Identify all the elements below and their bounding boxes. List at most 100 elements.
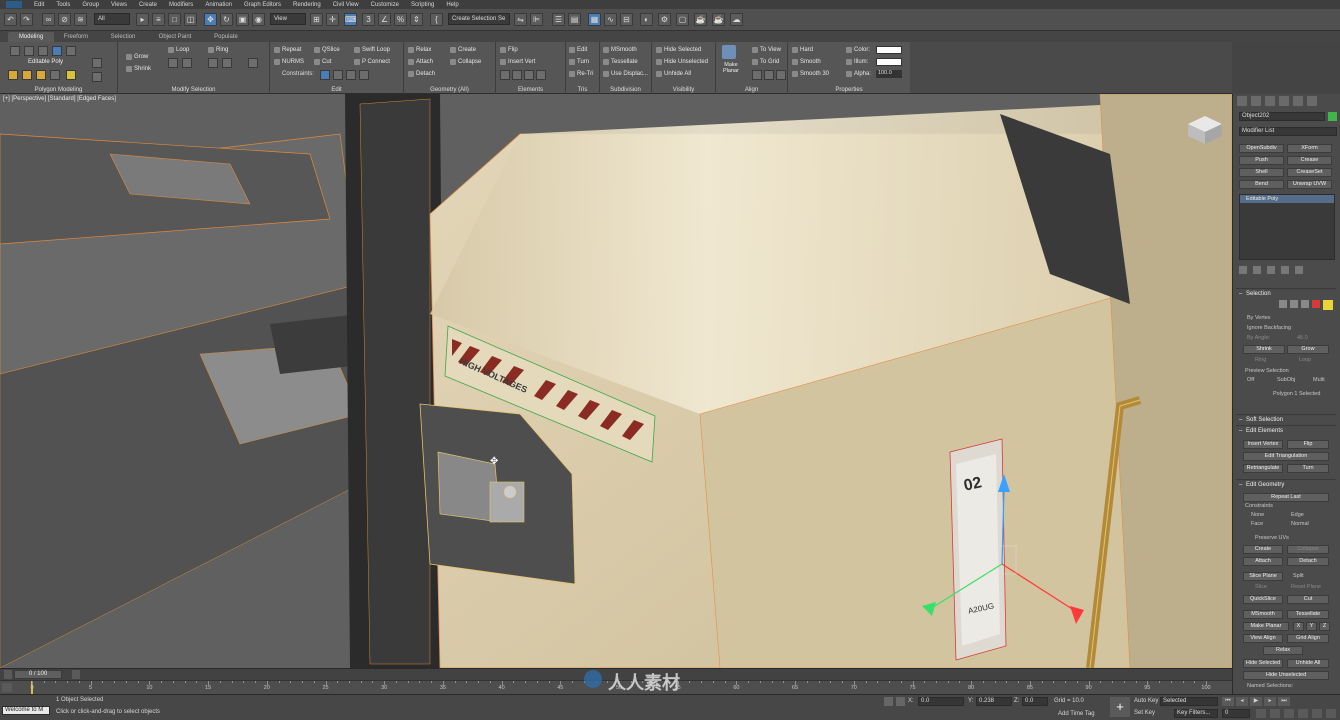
- hide-unselected-button[interactable]: Hide Unselected: [656, 57, 708, 67]
- pin-stack-icon[interactable]: [1239, 266, 1247, 274]
- hide-unselected-button-panel[interactable]: Hide Unselected: [1243, 671, 1329, 680]
- scale-icon[interactable]: ▣: [236, 13, 249, 26]
- polygon-mode-icon[interactable]: [52, 46, 62, 56]
- ring-mode-icon[interactable]: [208, 58, 218, 68]
- align-icon[interactable]: ⊫: [530, 13, 543, 26]
- select-similar-icon[interactable]: [248, 58, 258, 68]
- attach-button-panel[interactable]: Attach: [1243, 557, 1283, 566]
- axis-x-icon[interactable]: [500, 70, 510, 80]
- selection-shrink-button[interactable]: Shrink: [1243, 345, 1285, 354]
- repeat-button[interactable]: Repeat: [274, 45, 301, 55]
- configure-sets-icon[interactable]: [1295, 266, 1303, 274]
- reference-coord-dropdown[interactable]: View: [270, 13, 306, 25]
- to-view-button[interactable]: To View: [752, 45, 781, 55]
- fov-icon[interactable]: [1298, 709, 1308, 718]
- toggle-command-panel-icon[interactable]: [50, 70, 60, 80]
- p-connect-button[interactable]: P Connect: [354, 57, 390, 67]
- modifier-unwrap-uvw-button[interactable]: Unwrap UVW: [1287, 180, 1332, 189]
- show-end-result-stack-icon[interactable]: [1253, 266, 1261, 274]
- time-slider-thumb[interactable]: 0 / 100: [14, 670, 62, 679]
- unhide-all-button[interactable]: Unhide All: [656, 69, 691, 79]
- element-level-icon[interactable]: [1323, 300, 1333, 310]
- menu-create[interactable]: Create: [139, 2, 157, 8]
- zoom-icon[interactable]: [1256, 709, 1266, 718]
- material-editor-icon[interactable]: ◐: [640, 13, 653, 26]
- motion-tab-icon[interactable]: [1279, 96, 1289, 106]
- prev-frame-icon[interactable]: [4, 670, 12, 679]
- link-icon[interactable]: ∞: [42, 13, 55, 26]
- smooth-30-button[interactable]: Smooth 30: [792, 69, 829, 79]
- edge-level-icon[interactable]: [1290, 300, 1298, 308]
- select-object-icon[interactable]: ▸: [136, 13, 149, 26]
- schematic-view-icon[interactable]: ⊟: [620, 13, 633, 26]
- constraint-none-icon[interactable]: [320, 70, 330, 80]
- previous-modifier-icon[interactable]: [92, 58, 102, 68]
- next-key-icon[interactable]: ▸: [1264, 697, 1276, 706]
- constraint-normal-icon[interactable]: [359, 70, 369, 80]
- smooth-button[interactable]: Smooth: [792, 57, 821, 67]
- detach-button[interactable]: Detach: [408, 69, 435, 79]
- align-x-icon[interactable]: [752, 70, 762, 80]
- retri-button[interactable]: Re-Tri: [569, 69, 593, 79]
- slice-button[interactable]: Slice: [1255, 584, 1267, 590]
- keyboard-shortcut-icon[interactable]: ⌨: [344, 13, 357, 26]
- edit-named-selection-icon[interactable]: {: [430, 13, 443, 26]
- create-button-panel[interactable]: Create: [1243, 545, 1283, 554]
- play-icon[interactable]: ▶: [1250, 697, 1262, 706]
- loop-button[interactable]: Loop: [168, 45, 189, 55]
- rotate-icon[interactable]: ↻: [220, 13, 233, 26]
- make-planar-icon[interactable]: [722, 45, 736, 59]
- ribbon-toggle-icon[interactable]: ▦: [588, 13, 601, 26]
- use-displacement-button[interactable]: Use Displac...: [603, 69, 648, 79]
- show-end-result-icon[interactable]: [22, 70, 32, 80]
- modify-tab-icon[interactable]: [1251, 96, 1261, 106]
- edit-geometry-rollout-header[interactable]: Edit Geometry: [1236, 479, 1336, 490]
- pivot-center-icon[interactable]: ⊞: [310, 13, 323, 26]
- place-icon[interactable]: ◉: [252, 13, 265, 26]
- hard-button[interactable]: Hard: [792, 45, 813, 55]
- border-mode-icon[interactable]: [38, 46, 48, 56]
- preserve-uvs-checkbox[interactable]: Preserve UVs: [1255, 535, 1289, 541]
- angle-snap-icon[interactable]: ∠: [378, 13, 391, 26]
- alpha-field[interactable]: 100.0: [876, 70, 902, 78]
- next-frame-icon[interactable]: [72, 670, 80, 679]
- mirror-icon[interactable]: ⇋: [514, 13, 527, 26]
- window-crossing-icon[interactable]: ◫: [184, 13, 197, 26]
- auto-key-button[interactable]: Auto Key: [1134, 698, 1158, 704]
- make-planar-x-button[interactable]: X: [1293, 622, 1304, 631]
- set-key-large-icon[interactable]: +: [1110, 697, 1130, 717]
- selection-grow-button[interactable]: Grow: [1287, 345, 1329, 354]
- named-selection-dropdown[interactable]: Create Selection Se: [448, 13, 510, 25]
- relax-button[interactable]: Relax: [408, 45, 431, 55]
- zoom-all-icon[interactable]: [1270, 709, 1280, 718]
- orbit-icon[interactable]: [1326, 709, 1336, 718]
- tab-freeform[interactable]: Freeform: [56, 32, 96, 42]
- modify-mode-icon[interactable]: [8, 70, 18, 80]
- undo-icon[interactable]: ↶: [4, 13, 17, 26]
- render-setup-icon[interactable]: ⚙: [658, 13, 671, 26]
- constraint-none-radio[interactable]: None: [1251, 512, 1264, 518]
- lock-selection-icon[interactable]: [884, 697, 893, 706]
- constraint-face-radio[interactable]: Face: [1251, 521, 1263, 527]
- border-level-icon[interactable]: [1301, 300, 1309, 308]
- app-logo-icon[interactable]: [6, 1, 22, 8]
- menu-civil-view[interactable]: Civil View: [333, 2, 359, 8]
- swift-loop-button[interactable]: Swift Loop: [354, 45, 390, 55]
- preview-off-radio[interactable]: Off: [1247, 377, 1254, 383]
- add-time-tag[interactable]: Add Time Tag: [1058, 711, 1095, 717]
- repeat-last-button[interactable]: Repeat Last: [1243, 493, 1329, 502]
- current-frame-field[interactable]: 0: [1222, 709, 1250, 718]
- qslice-button[interactable]: QSlice: [314, 45, 340, 55]
- flip-button[interactable]: Flip: [500, 45, 518, 55]
- move-icon[interactable]: ✥: [204, 13, 217, 26]
- selection-loop-button[interactable]: Loop: [1299, 357, 1311, 363]
- snaps-toggle-icon[interactable]: 3: [362, 13, 375, 26]
- menu-group[interactable]: Group: [82, 2, 99, 8]
- viewport-label[interactable]: [+] [Perspective] [Standard] [Edged Face…: [3, 96, 116, 102]
- by-vertex-checkbox[interactable]: By Vertex: [1247, 315, 1271, 321]
- modifier-list-dropdown[interactable]: Modifier List: [1239, 127, 1337, 136]
- layer-explorer-icon[interactable]: ▤: [568, 13, 581, 26]
- go-to-end-icon[interactable]: ⏭: [1278, 697, 1290, 706]
- viewcube-icon[interactable]: [1186, 116, 1224, 146]
- split-checkbox[interactable]: Split: [1293, 573, 1304, 579]
